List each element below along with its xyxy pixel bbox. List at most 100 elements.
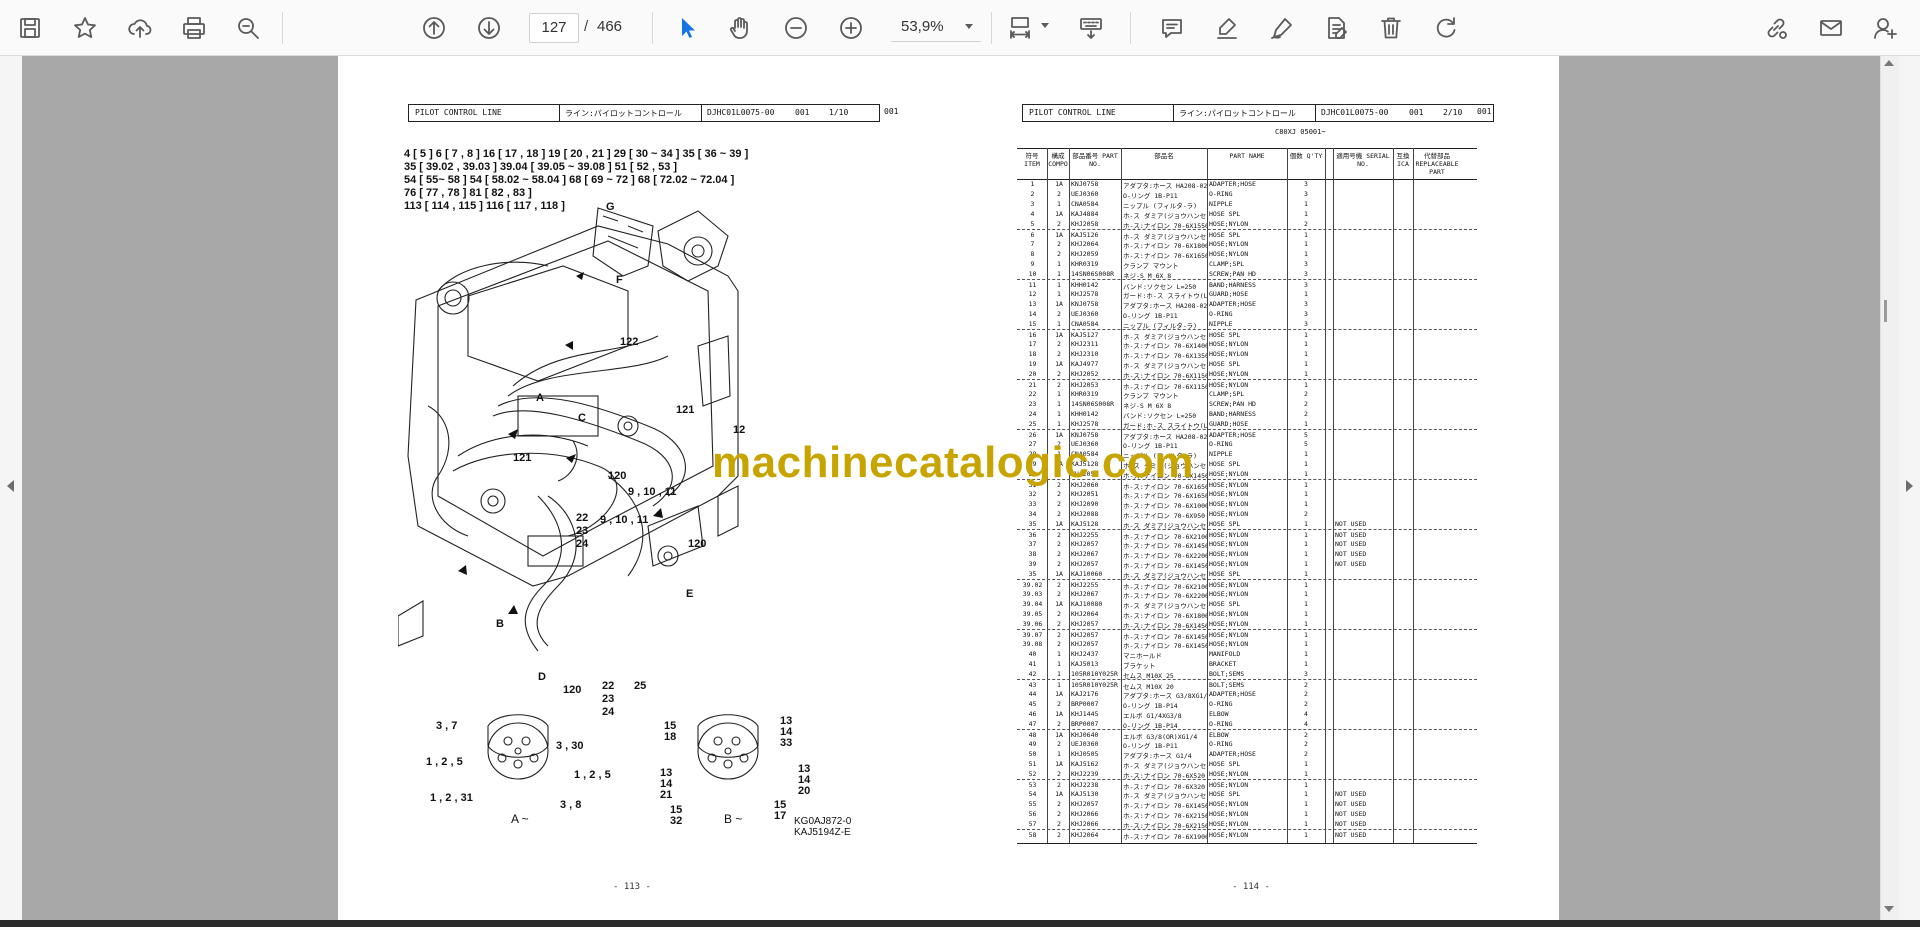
header-tail: 001 — [1477, 107, 1492, 116]
email-icon[interactable] — [1813, 10, 1849, 46]
table-cell: MANIFOLD — [1209, 650, 1241, 658]
table-row: 72KHJ2064ホ-ス:ナイロン 70-6X1800 5HOSE;NYLON1 — [1017, 239, 1477, 250]
table-cell: O-RING — [1209, 700, 1233, 708]
zoom-search-icon[interactable] — [230, 10, 266, 46]
table-cell: KHJ2255 — [1071, 581, 1099, 589]
table-cell: 46 — [1028, 710, 1037, 718]
table-cell: 1 — [1057, 650, 1061, 658]
table-cell: 2 — [1304, 700, 1308, 708]
table-cell: 41 — [1028, 660, 1037, 668]
draw-icon[interactable] — [1264, 10, 1300, 46]
table-cell: UEJ0360 — [1071, 740, 1099, 748]
callout-label: D — [538, 671, 546, 683]
page-up-icon[interactable] — [416, 10, 452, 46]
select-arrow-icon[interactable] — [669, 10, 705, 46]
column-header: 適用号機 SERIAL NO. — [1336, 152, 1390, 168]
table-cell: 1 — [1304, 540, 1308, 548]
add-user-icon[interactable] — [1867, 10, 1903, 46]
reference-line: 4 [ 5 ] 6 [ 7 , 8 ] 16 [ 17 , 18 ] 19 [ … — [404, 148, 749, 160]
table-cell: BAND;HARNESS — [1209, 410, 1256, 418]
table-row: 332KHJ2090ホ-ス:ナイロン 70-6X1000 5HOSE;NYLON… — [1017, 499, 1477, 510]
table-cell: 1 — [1057, 400, 1061, 408]
table-row: 4 1A KAJ4884 ホ-ス ダミア(ジョウハンセイ HOSE SPL 1 — [1017, 209, 1477, 220]
table-cell: NOT USED — [1335, 520, 1367, 528]
column-header: 個数 Q'TY — [1289, 152, 1323, 160]
expand-left-panel-icon[interactable] — [7, 480, 14, 492]
table-cell: ELBOW — [1209, 710, 1229, 718]
scrollbar-thumb[interactable] — [1884, 300, 1887, 322]
keyboard-icon[interactable] — [1073, 10, 1109, 46]
table-cell: 2 — [1057, 540, 1061, 548]
table-cell: 2 — [1304, 690, 1308, 698]
table-cell: KAJ5126 — [1071, 231, 1099, 239]
table-row: 23 1 14SN06S008R ネジ-S M 6X 8 SCREW;PAN HD 2 — [1017, 399, 1477, 410]
zoom-in-icon[interactable] — [833, 10, 869, 46]
detail-a-label: 1 , 2 , 5 — [574, 769, 611, 781]
share-link-icon[interactable] — [1758, 10, 1794, 46]
table-cell: 55 — [1028, 800, 1037, 808]
table-row: 9 1 KHR0319 クランプ マウント CLAMP;SPL 3 — [1017, 259, 1477, 270]
table-cell: 1 — [1057, 281, 1061, 289]
expand-right-panel-icon[interactable] — [1906, 480, 1913, 492]
table-cell: 1 — [1304, 520, 1308, 528]
table-cell: 33 — [1028, 500, 1037, 508]
table-cell: KHJ2057 — [1071, 640, 1099, 648]
table-cell: 1 — [1304, 490, 1308, 498]
table-cell: 39.06 — [1022, 620, 1043, 628]
table-cell: 1 — [1304, 210, 1308, 218]
edit-text-icon[interactable] — [1318, 10, 1354, 46]
table-cell: 1 — [1304, 781, 1308, 789]
table-cell: 2 — [1057, 820, 1061, 828]
table-cell: 39.03 — [1022, 590, 1043, 598]
zoom-select[interactable]: 53,9% — [891, 13, 981, 42]
table-cell: 9 — [1030, 260, 1035, 268]
table-cell: HOSE;NYLON — [1209, 820, 1249, 828]
scroll-up-icon[interactable] — [1884, 60, 1894, 66]
table-row: 82KHJ2059ホ-ス:ナイロン 70-6X1650 5HOSE;NYLON1 — [1017, 249, 1477, 260]
bookmark-star-icon[interactable] — [67, 10, 103, 46]
table-cell: NIPPLE — [1209, 200, 1233, 208]
table-cell: KHJ2053 — [1071, 381, 1099, 389]
fit-page-icon[interactable] — [1002, 10, 1038, 46]
table-cell: HOSE;NYLON — [1209, 220, 1249, 228]
highlight-icon[interactable] — [1209, 10, 1245, 46]
page-down-icon[interactable] — [471, 10, 507, 46]
table-cell: ADAPTER;HOSE — [1209, 180, 1256, 188]
table-cell: HOSE;NYLON — [1209, 470, 1249, 478]
scroll-down-icon[interactable] — [1884, 906, 1894, 912]
comment-icon[interactable] — [1154, 10, 1190, 46]
table-cell: 39.02 — [1022, 581, 1043, 589]
table-cell: 2 — [1057, 350, 1061, 358]
print-icon[interactable] — [176, 10, 212, 46]
table-cell: KAJ5130 — [1071, 790, 1099, 798]
rotate-icon[interactable] — [1428, 10, 1464, 46]
table-row: 45 2 BRP0007 O-リング 1B-P14 O-RING 2 — [1017, 699, 1477, 710]
serial-range: C80XJ 05001~ — [1275, 128, 1326, 136]
upload-icon[interactable] — [122, 10, 158, 46]
table-row: 22 1 KHR0319 クランプ マウント CLAMP;SPL 2 — [1017, 389, 1477, 400]
header-title: PILOT CONTROL LINE — [1029, 108, 1116, 117]
zoom-out-icon[interactable] — [778, 10, 814, 46]
delete-icon[interactable] — [1373, 10, 1409, 46]
table-cell: HOSE;NYLON — [1209, 610, 1249, 618]
hand-icon[interactable] — [722, 10, 758, 46]
table-cell: HOSE SPL — [1209, 600, 1241, 608]
chevron-down-icon[interactable] — [1041, 23, 1049, 28]
vertical-scrollbar[interactable] — [1880, 56, 1899, 920]
table-cell: KHJ2066 — [1071, 820, 1099, 828]
page-header: PILOT CONTROL LINE ライン:パイロットコントロール DJHC0… — [1022, 104, 1494, 122]
table-cell: 2 — [1057, 590, 1061, 598]
table-cell: 3 — [1304, 300, 1308, 308]
table-cell: 2 — [1057, 531, 1061, 539]
table-cell: NOT USED — [1335, 820, 1367, 828]
page-number-input[interactable]: 127 — [529, 13, 579, 43]
table-cell: 2 — [1057, 610, 1061, 618]
table-cell: KHJ2058 — [1071, 220, 1099, 228]
save-icon[interactable] — [12, 10, 48, 46]
column-header: 構成 COMPO — [1048, 152, 1068, 168]
table-cell: 2 — [1057, 700, 1061, 708]
table-cell: KHJ2067 — [1071, 590, 1099, 598]
table-cell: KHH0142 — [1071, 410, 1099, 418]
table-cell: 1 — [1057, 390, 1061, 398]
table-cell: SCREW;PAN HD — [1209, 400, 1256, 408]
